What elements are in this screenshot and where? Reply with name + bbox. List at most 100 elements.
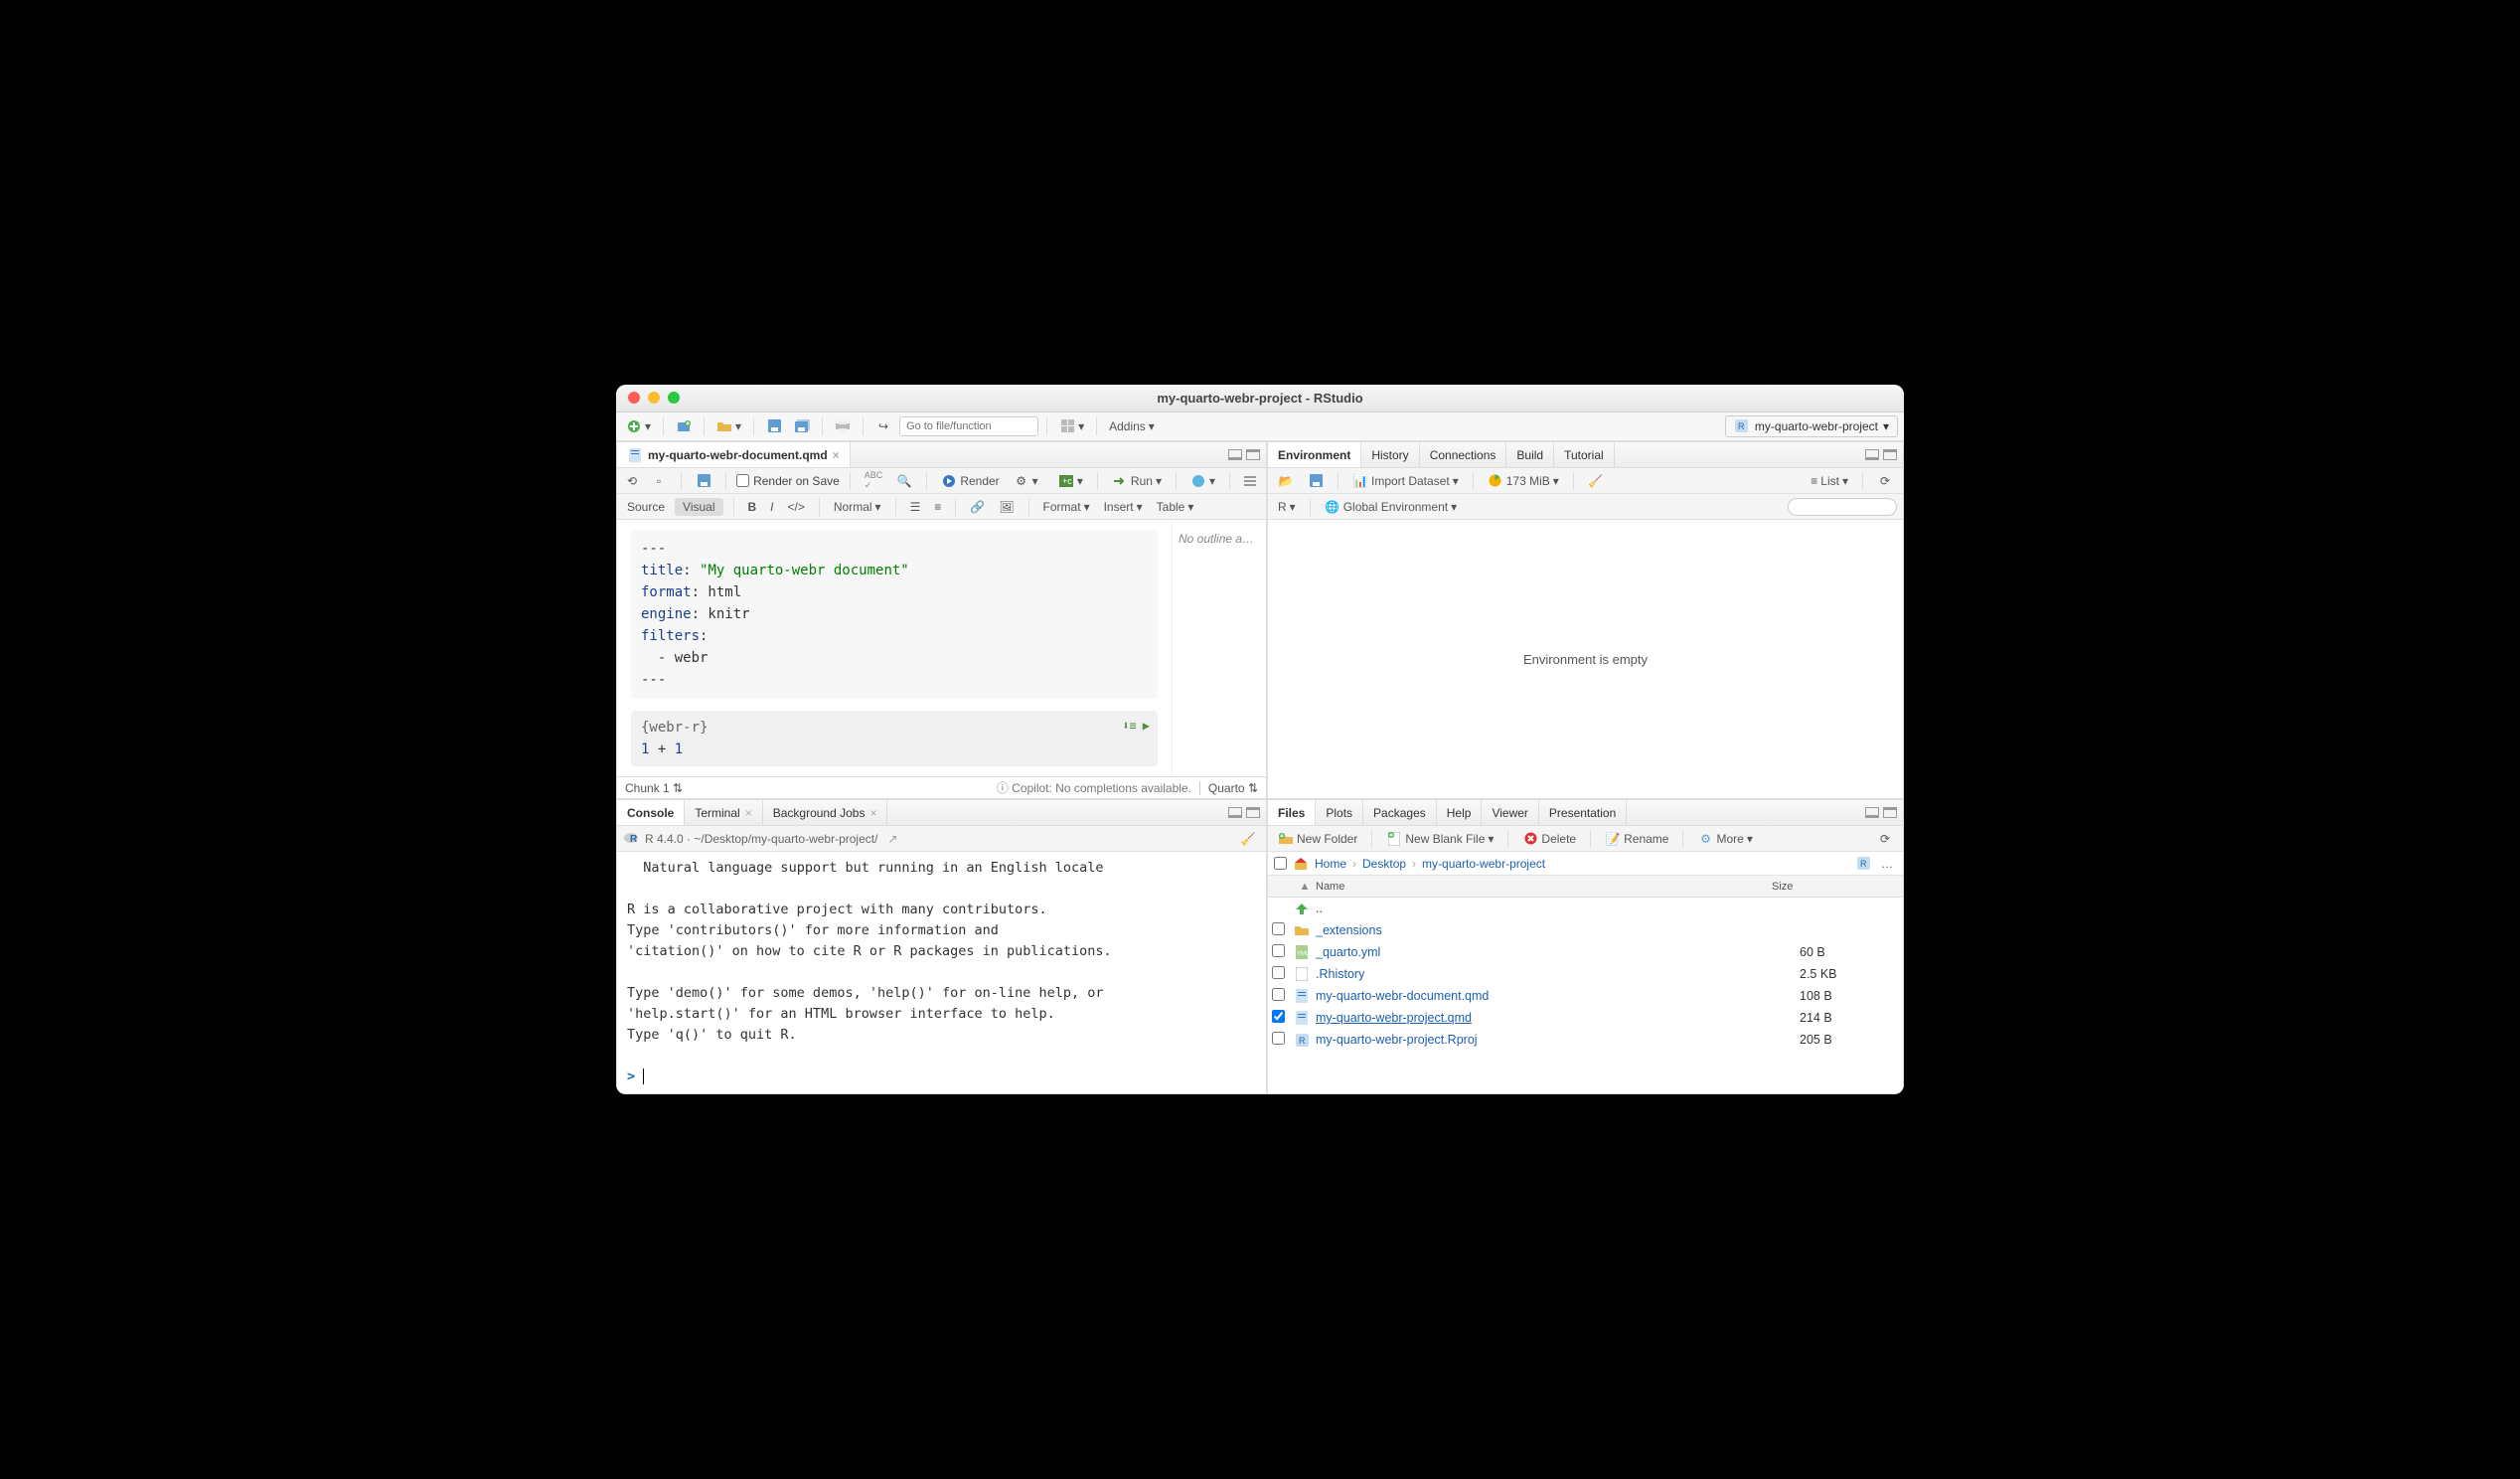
- file-link[interactable]: my-quarto-webr-project.qmd: [1316, 1011, 1472, 1025]
- bullets-button[interactable]: ☰: [906, 498, 925, 516]
- file-checkbox[interactable]: [1272, 1010, 1285, 1023]
- refresh-button[interactable]: ⟳: [1873, 471, 1897, 491]
- minimize-pane-icon[interactable]: [1228, 449, 1242, 460]
- more-crumb-button[interactable]: …: [1877, 855, 1897, 873]
- tab-environment[interactable]: Environment: [1268, 442, 1361, 467]
- bold-button[interactable]: B: [744, 498, 761, 516]
- new-project-button[interactable]: [672, 416, 696, 436]
- tab-files[interactable]: Files: [1268, 800, 1316, 825]
- show-in-new-window-button[interactable]: ▫: [647, 471, 671, 491]
- rproj-icon[interactable]: R: [1855, 856, 1871, 872]
- insert-chunk-button[interactable]: +c▾: [1054, 471, 1087, 491]
- minimize-pane-icon[interactable]: [1865, 807, 1879, 818]
- print-button[interactable]: [831, 416, 855, 436]
- open-folder-icon[interactable]: ↗: [883, 830, 901, 848]
- console-output[interactable]: Natural language support but running in …: [617, 852, 1266, 1093]
- format-dropdown[interactable]: Normal ▾: [830, 498, 885, 516]
- close-tab-icon[interactable]: ×: [833, 448, 840, 462]
- file-link[interactable]: _quarto.yml: [1316, 945, 1380, 959]
- crumb-desktop[interactable]: Desktop: [1362, 857, 1406, 871]
- view-dropdown[interactable]: ≡ List ▾: [1807, 472, 1852, 490]
- code-chunk[interactable]: ⬇≡ ▶ {webr-r} 1 + 1: [631, 711, 1158, 766]
- load-workspace-button[interactable]: 📂: [1274, 471, 1298, 491]
- render-on-save-checkbox[interactable]: Render on Save: [736, 474, 840, 488]
- scope-lang-dropdown[interactable]: R ▾: [1274, 498, 1300, 516]
- spellcheck-button[interactable]: ABC✓: [861, 468, 887, 493]
- view-source-button[interactable]: Source: [623, 498, 669, 516]
- crumb-project[interactable]: my-quarto-webr-project: [1422, 857, 1545, 871]
- nav-back-button[interactable]: ⟲: [623, 472, 641, 490]
- tab-viewer[interactable]: Viewer: [1482, 800, 1538, 825]
- addins-button[interactable]: Addins ▾: [1105, 417, 1159, 435]
- more-button[interactable]: ⚙More ▾: [1693, 829, 1756, 849]
- maximize-pane-icon[interactable]: [1883, 807, 1897, 818]
- project-selector[interactable]: R my-quarto-webr-project▾: [1725, 415, 1898, 437]
- file-row[interactable]: my-quarto-webr-document.qmd108 B: [1268, 985, 1903, 1007]
- file-row[interactable]: YML_quarto.yml60 B: [1268, 941, 1903, 963]
- chunk-selector[interactable]: Chunk 1 ⇅: [625, 781, 683, 795]
- refresh-files-button[interactable]: ⟳: [1873, 829, 1897, 849]
- tab-jobs[interactable]: Background Jobs ×: [763, 800, 888, 825]
- rename-button[interactable]: 📝Rename: [1601, 829, 1672, 849]
- save-doc-button[interactable]: [692, 471, 715, 491]
- file-row[interactable]: my-quarto-webr-project.qmd214 B: [1268, 1007, 1903, 1029]
- import-dataset-button[interactable]: 📊Import Dataset ▾: [1348, 471, 1463, 491]
- run-button[interactable]: Run▾: [1108, 471, 1166, 491]
- clear-workspace-button[interactable]: 🧹: [1584, 471, 1608, 491]
- link-button[interactable]: 🔗: [966, 498, 989, 516]
- select-all-checkbox[interactable]: [1274, 857, 1287, 870]
- run-chunk-icon[interactable]: ▶: [1143, 715, 1150, 737]
- file-checkbox[interactable]: [1272, 988, 1285, 1001]
- close-icon[interactable]: [628, 392, 640, 404]
- view-visual-button[interactable]: Visual: [675, 498, 722, 516]
- new-file-button[interactable]: ▾: [622, 416, 655, 436]
- file-checkbox[interactable]: [1272, 1032, 1285, 1045]
- grid-button[interactable]: ▾: [1055, 416, 1088, 436]
- save-button[interactable]: [762, 416, 786, 436]
- sort-arrow-icon[interactable]: ▲: [1294, 881, 1316, 893]
- file-checkbox[interactable]: [1272, 944, 1285, 957]
- delete-button[interactable]: Delete: [1518, 829, 1580, 849]
- tab-tutorial[interactable]: Tutorial: [1554, 442, 1615, 467]
- env-search-input[interactable]: [1788, 498, 1897, 516]
- maximize-pane-icon[interactable]: [1883, 449, 1897, 460]
- outline-toggle-button[interactable]: [1240, 473, 1260, 489]
- tab-build[interactable]: Build: [1506, 442, 1554, 467]
- zoom-icon[interactable]: [668, 392, 680, 404]
- tab-connections[interactable]: Connections: [1420, 442, 1507, 467]
- crumb-home[interactable]: Home: [1315, 857, 1346, 871]
- format-menu[interactable]: Format ▾: [1039, 498, 1094, 516]
- maximize-pane-icon[interactable]: [1246, 807, 1260, 818]
- tab-presentation[interactable]: Presentation: [1539, 800, 1627, 825]
- render-button[interactable]: Render: [937, 471, 1003, 491]
- editor[interactable]: --- title: title: "My quarto-webr docume…: [617, 520, 1172, 776]
- tab-packages[interactable]: Packages: [1363, 800, 1437, 825]
- file-link[interactable]: my-quarto-webr-document.qmd: [1316, 989, 1489, 1003]
- language-indicator[interactable]: Quarto ⇅: [1199, 781, 1258, 795]
- open-file-button[interactable]: ▾: [712, 416, 745, 436]
- tab-console[interactable]: Console: [617, 800, 685, 825]
- file-row[interactable]: ..: [1268, 898, 1903, 919]
- image-button[interactable]: 🖼: [995, 498, 1018, 516]
- save-workspace-button[interactable]: [1304, 471, 1328, 491]
- italic-button[interactable]: I: [766, 498, 777, 516]
- tab-history[interactable]: History: [1361, 442, 1419, 467]
- tab-terminal[interactable]: Terminal ×: [685, 800, 762, 825]
- file-row[interactable]: Rmy-quarto-webr-project.Rproj205 B: [1268, 1029, 1903, 1051]
- file-link[interactable]: my-quarto-webr-project.Rproj: [1316, 1033, 1478, 1047]
- minimize-pane-icon[interactable]: [1228, 807, 1242, 818]
- find-button[interactable]: 🔍: [892, 471, 916, 491]
- new-blank-file-button[interactable]: New Blank File ▾: [1382, 829, 1497, 849]
- maximize-pane-icon[interactable]: [1246, 449, 1260, 460]
- publish-button[interactable]: ▾: [1186, 471, 1219, 491]
- file-link[interactable]: .Rhistory: [1316, 967, 1364, 981]
- minimize-icon[interactable]: [648, 392, 660, 404]
- memory-indicator[interactable]: 173 MiB ▾: [1484, 471, 1563, 491]
- file-row[interactable]: .Rhistory2.5 KB: [1268, 963, 1903, 985]
- table-menu[interactable]: Table ▾: [1153, 498, 1198, 516]
- insert-menu[interactable]: Insert ▾: [1100, 498, 1147, 516]
- code-button[interactable]: </>: [784, 498, 809, 516]
- source-tab[interactable]: my-quarto-webr-document.qmd ×: [617, 442, 851, 467]
- scope-env-dropdown[interactable]: 🌐Global Environment ▾: [1321, 497, 1461, 517]
- render-settings-button[interactable]: ⚙▾: [1010, 471, 1042, 491]
